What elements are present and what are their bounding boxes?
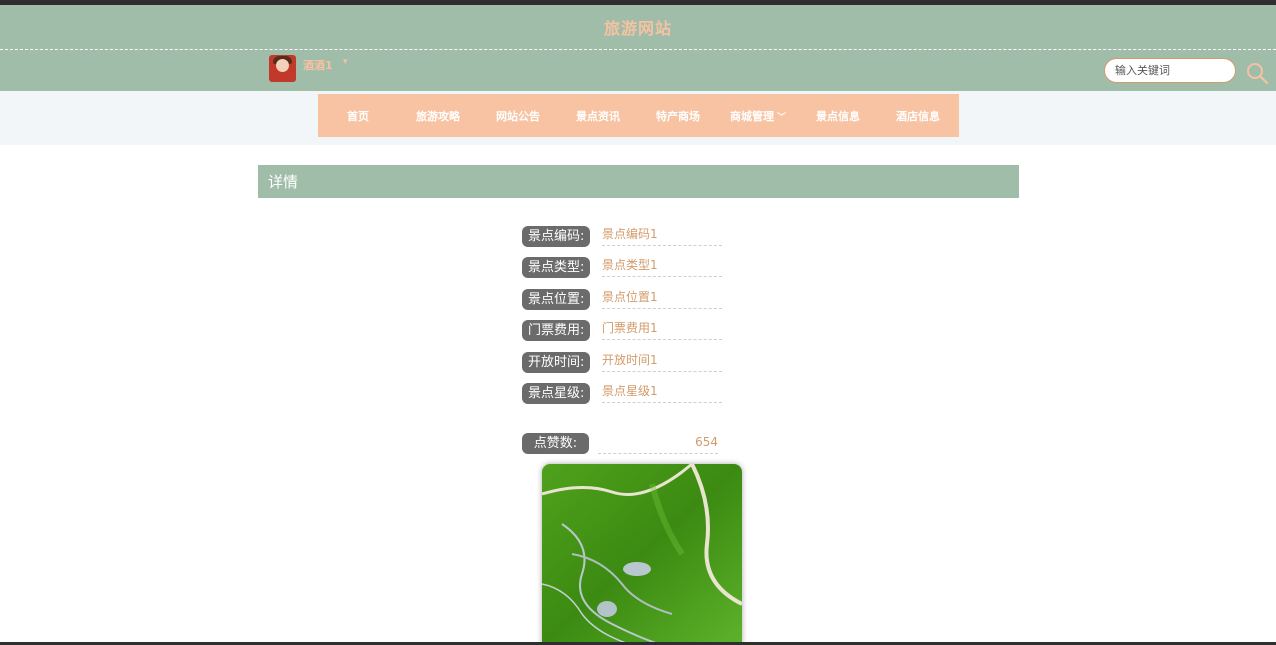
- search-input[interactable]: [1113, 63, 1233, 78]
- main-nav: 首页 旅游攻略 网站公告 景点资讯 特产商场 商城管理 ﹀ 景点信息 酒店信息: [318, 94, 959, 137]
- field-label: 景点星级:: [522, 382, 591, 404]
- nav-item-specialty-mall[interactable]: 特产商场: [638, 108, 718, 124]
- field-row-type: 景点类型: 景点类型1: [522, 256, 722, 278]
- field-row-code: 景点编码: 景点编码1: [522, 225, 722, 247]
- field-value: 景点星级1: [602, 382, 722, 403]
- site-title: 旅游网站: [603, 19, 672, 38]
- field-label: 景点位置:: [522, 288, 591, 310]
- field-label: 景点类型:: [522, 256, 591, 278]
- nav-item-guides[interactable]: 旅游攻略: [398, 108, 478, 124]
- nav-item-mall-management[interactable]: 商城管理 ﹀: [718, 108, 798, 124]
- attraction-photo: [542, 464, 742, 645]
- field-value: 景点位置1: [602, 288, 722, 309]
- field-row-location: 景点位置: 景点位置1: [522, 288, 722, 310]
- search-box[interactable]: [1104, 58, 1236, 83]
- site-header: 旅游网站: [0, 5, 1276, 50]
- avatar[interactable]: [269, 55, 296, 82]
- nav-item-announcements[interactable]: 网站公告: [478, 108, 558, 124]
- search-icon[interactable]: [1245, 61, 1269, 85]
- field-label: 景点编码:: [522, 225, 591, 247]
- user-bar: 酒酒1 ▾: [0, 50, 1276, 91]
- nav-item-attraction-info[interactable]: 景点信息: [798, 108, 878, 124]
- field-value: 开放时间1: [602, 351, 722, 372]
- detail-panel-header: 详情: [258, 165, 1019, 198]
- attraction-photo-image: [542, 464, 742, 645]
- field-row-ticket-price: 门票费用: 门票费用1: [522, 319, 722, 341]
- nav-item-hotel-info[interactable]: 酒店信息: [878, 108, 958, 124]
- panel-title: 详情: [268, 173, 299, 191]
- field-value: 景点类型1: [602, 256, 722, 277]
- user-menu-caret-icon[interactable]: ▾: [343, 57, 348, 67]
- field-label: 开放时间:: [522, 351, 591, 373]
- field-row-opening-hours: 开放时间: 开放时间1: [522, 351, 722, 373]
- likes-count: 654: [598, 433, 718, 454]
- field-value: 景点编码1: [602, 225, 722, 246]
- nav-item-home[interactable]: 首页: [318, 108, 398, 124]
- field-label: 门票费用:: [522, 319, 591, 341]
- field-row-star-rating: 景点星级: 景点星级1: [522, 382, 722, 404]
- likes-label[interactable]: 点赞数:: [522, 433, 589, 454]
- field-value: 门票费用1: [602, 319, 722, 340]
- nav-item-attraction-news[interactable]: 景点资讯: [558, 108, 638, 124]
- chevron-down-icon: ﹀: [776, 112, 786, 123]
- username[interactable]: 酒酒1: [303, 57, 333, 73]
